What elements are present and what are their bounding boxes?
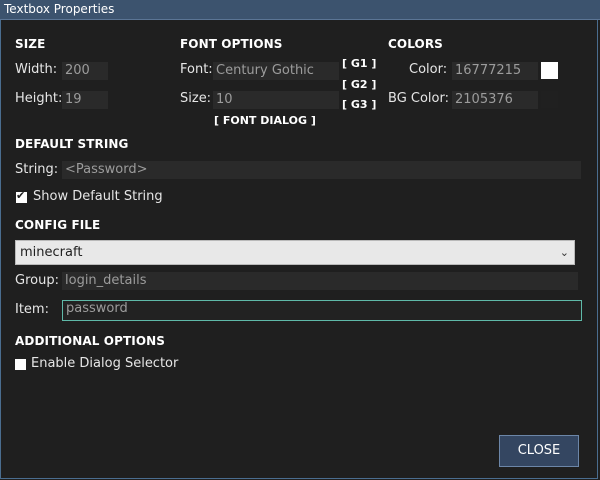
- height-label: Height:: [15, 91, 63, 106]
- title-bar: Textbox Properties: [0, 0, 600, 20]
- font-size-label: Size:: [180, 91, 212, 106]
- close-button[interactable]: CLOSE: [499, 435, 579, 467]
- colors-heading: COLORS: [388, 37, 443, 51]
- default-string-heading: DEFAULT STRING: [15, 137, 129, 151]
- show-default-label: Show Default String: [33, 189, 163, 204]
- string-field[interactable]: <Password>: [62, 161, 581, 179]
- bg-color-swatch[interactable]: [541, 91, 558, 108]
- g3-button[interactable]: [ G3 ]: [342, 98, 376, 111]
- checkmark-icon: ✔: [16, 189, 26, 202]
- color-swatch[interactable]: [541, 62, 558, 79]
- font-size-field[interactable]: 10: [213, 91, 339, 109]
- group-label: Group:: [15, 273, 59, 288]
- config-file-heading: CONFIG FILE: [15, 218, 101, 232]
- font-field[interactable]: Century Gothic: [213, 62, 339, 80]
- show-default-checkbox[interactable]: ✔: [16, 189, 27, 203]
- size-heading: SIZE: [15, 37, 46, 51]
- item-label: Item:: [15, 302, 49, 317]
- g1-button[interactable]: [ G1 ]: [342, 57, 376, 70]
- enable-dialog-selector-label: Enable Dialog Selector: [31, 356, 179, 371]
- enable-dialog-selector-checkbox[interactable]: [15, 359, 26, 370]
- color-field[interactable]: 16777215: [452, 62, 538, 80]
- item-field[interactable]: password: [62, 300, 582, 321]
- g2-button[interactable]: [ G2 ]: [342, 78, 376, 91]
- group-field[interactable]: login_details: [62, 272, 578, 290]
- additional-options-heading: ADDITIONAL OPTIONS: [15, 334, 166, 348]
- string-label: String:: [15, 162, 59, 177]
- window-title: Textbox Properties: [4, 2, 115, 16]
- config-file-select[interactable]: minecraft ⌄: [15, 240, 575, 265]
- font-label: Font:: [180, 62, 213, 77]
- config-file-selected: minecraft: [20, 245, 83, 260]
- chevron-down-icon: ⌄: [559, 246, 569, 259]
- width-field[interactable]: 200: [62, 62, 108, 80]
- width-label: Width:: [15, 62, 58, 77]
- font-options-heading: FONT OPTIONS: [180, 37, 283, 51]
- font-dialog-button[interactable]: [ FONT DIALOG ]: [214, 114, 316, 127]
- height-field[interactable]: 19: [62, 91, 108, 109]
- bg-color-label: BG Color:: [388, 91, 449, 106]
- bg-color-field[interactable]: 2105376: [452, 91, 538, 109]
- color-label: Color:: [409, 62, 448, 77]
